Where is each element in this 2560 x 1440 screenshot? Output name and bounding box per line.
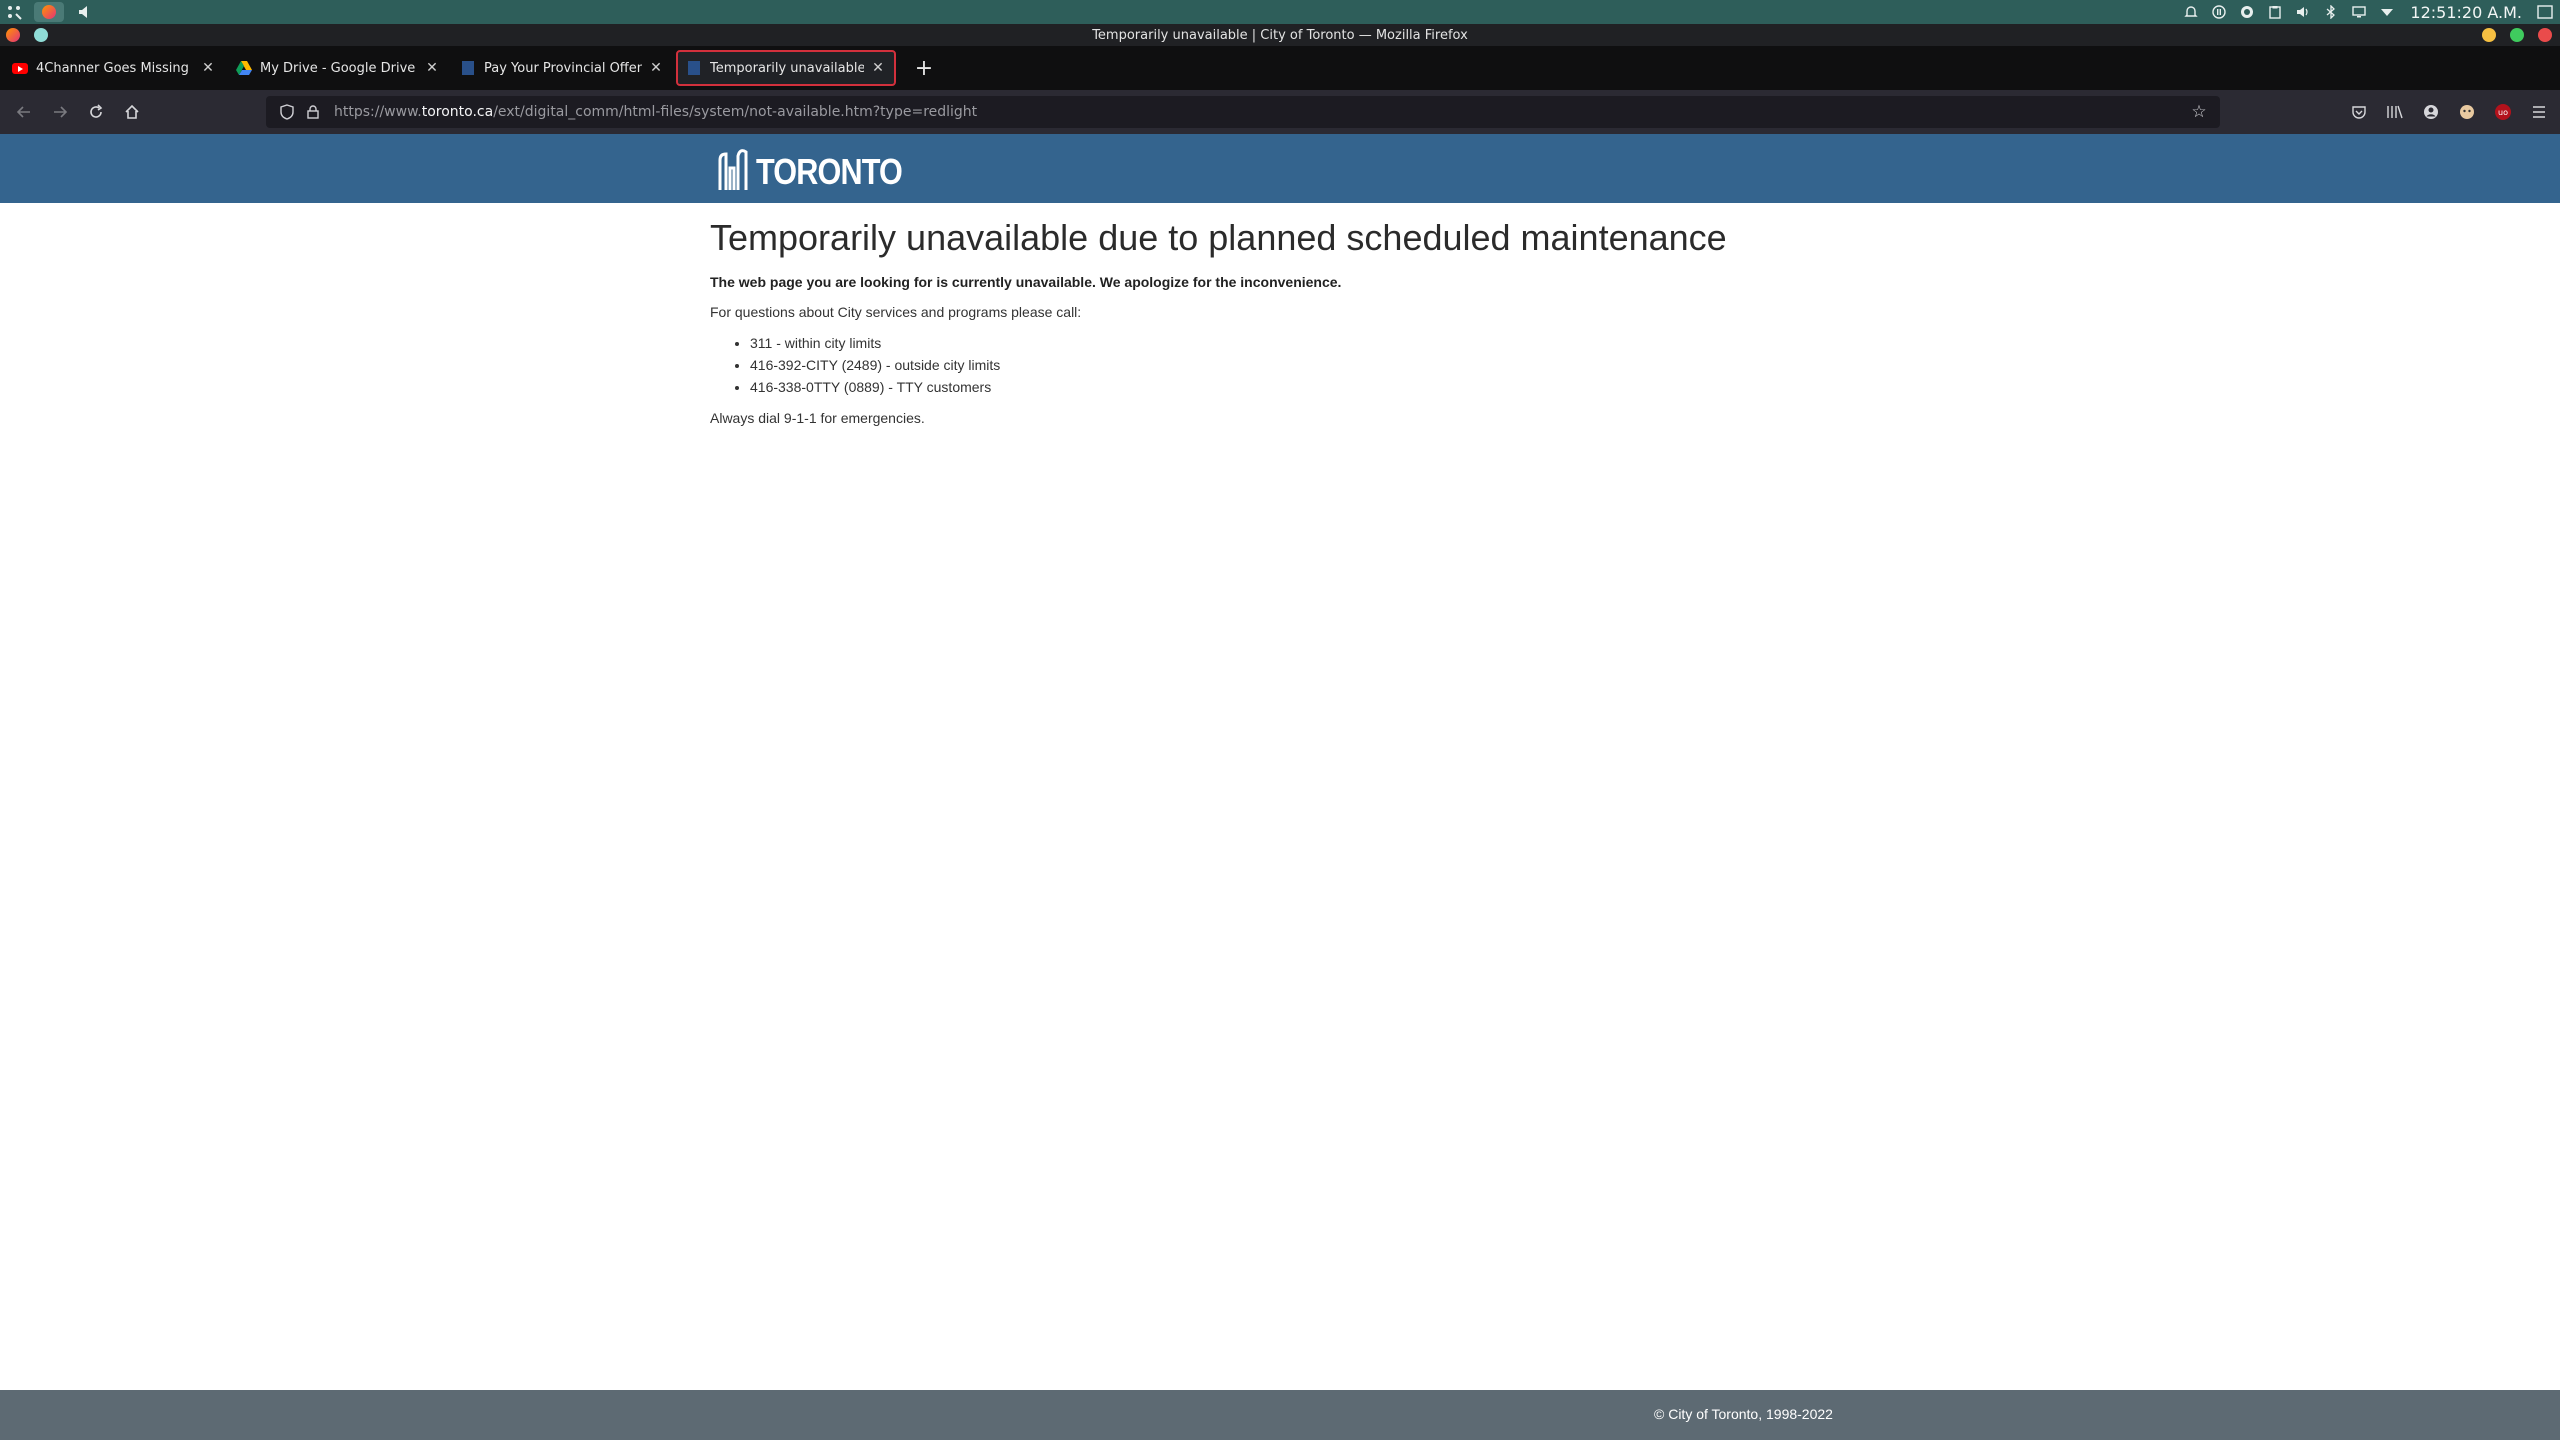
tab-pay-provincial-offence[interactable]: Pay Your Provincial Offence ✕ <box>452 50 672 86</box>
home-button[interactable] <box>114 94 150 130</box>
toronto-icon <box>686 60 702 76</box>
tab-youtube[interactable]: 4Channer Goes Missing in 2 ✕ <box>4 50 224 86</box>
maximize-button[interactable] <box>2510 28 2524 42</box>
pocket-icon[interactable] <box>2346 94 2372 130</box>
show-desktop-icon[interactable] <box>2536 3 2554 21</box>
pause-icon[interactable] <box>2210 3 2228 21</box>
tab-label: Pay Your Provincial Offence <box>484 60 642 76</box>
tab-strip: 4Channer Goes Missing in 2 ✕ My Drive - … <box>0 46 2560 90</box>
url-text[interactable]: https://www.toronto.ca/ext/digital_comm/… <box>334 104 977 120</box>
url-domain: toronto.ca <box>421 104 494 120</box>
toronto-logo[interactable]: Toronto <box>716 142 928 190</box>
speaker-taskbar-icon[interactable] <box>74 2 94 22</box>
tab-temporarily-unavailable[interactable]: Temporarily unavailable | Ci ✕ <box>676 50 896 86</box>
logo-wordmark: Toronto <box>756 151 903 192</box>
main-content: Temporarily unavailable due to planned s… <box>710 216 1910 438</box>
close-tab-icon[interactable]: ✕ <box>648 60 664 76</box>
system-clock[interactable]: 12:51:20 A.M. <box>2406 3 2526 22</box>
lock-icon[interactable] <box>302 101 324 123</box>
questions-paragraph: For questions about City services and pr… <box>710 304 1082 320</box>
site-footer: © City of Toronto, 1998-2022 <box>0 1390 2560 1440</box>
new-tab-button[interactable]: + <box>908 52 940 84</box>
tab-google-drive[interactable]: My Drive - Google Drive ✕ <box>228 50 448 86</box>
site-header: Toronto <box>0 134 2560 203</box>
lead-paragraph: The web page you are looking for is curr… <box>710 274 1342 290</box>
firefox-window-icon <box>6 28 20 42</box>
emergency-paragraph: Always dial 9-1-1 for emergencies. <box>710 410 925 426</box>
account-icon[interactable] <box>2418 94 2444 130</box>
extension-face-icon[interactable] <box>2454 94 2480 130</box>
copyright-text: © City of Toronto, 1998-2022 <box>1654 1406 1833 1422</box>
back-button[interactable] <box>6 94 42 130</box>
tab-label: My Drive - Google Drive <box>260 60 416 76</box>
close-tab-icon[interactable]: ✕ <box>870 60 886 76</box>
notification-bell-icon[interactable] <box>2182 3 2200 21</box>
window-indicator-icon <box>34 28 48 42</box>
reload-button[interactable] <box>78 94 114 130</box>
tracking-shield-icon[interactable] <box>276 101 298 123</box>
list-item: 416-392-CITY (2489) - outside city limit… <box>750 354 1910 376</box>
hamburger-menu-icon[interactable] <box>2526 94 2552 130</box>
record-icon[interactable] <box>2238 3 2256 21</box>
tab-label: 4Channer Goes Missing in 2 <box>36 60 194 76</box>
tab-label: Temporarily unavailable | Ci <box>710 60 864 76</box>
minimize-button[interactable] <box>2482 28 2496 42</box>
list-item: 416-338-0TTY (0889) - TTY customers <box>750 376 1910 398</box>
window-controls <box>2482 28 2552 42</box>
web-page: Toronto Temporarily unavailable due to p… <box>0 134 2560 1440</box>
page-title: Temporarily unavailable due to planned s… <box>710 217 1727 258</box>
firefox-taskbar-icon[interactable] <box>34 2 64 22</box>
library-icon[interactable] <box>2382 94 2408 130</box>
toolbar-extensions: uo <box>2346 94 2552 130</box>
clipboard-icon[interactable] <box>2266 3 2284 21</box>
toronto-icon <box>460 60 476 76</box>
os-top-panel: 12:51:20 A.M. <box>0 0 2560 24</box>
os-panel-tray: 12:51:20 A.M. <box>2182 0 2560 24</box>
window-titlebar: Temporarily unavailable | City of Toront… <box>0 24 2560 46</box>
url-bar[interactable]: https://www.toronto.ca/ext/digital_comm/… <box>266 96 2220 128</box>
bookmark-star-icon[interactable]: ☆ <box>2188 101 2210 123</box>
city-hall-logo-icon <box>716 146 750 190</box>
forward-button[interactable] <box>42 94 78 130</box>
wifi-dropdown-icon[interactable] <box>2378 3 2396 21</box>
close-tab-icon[interactable]: ✕ <box>424 60 440 76</box>
navigation-toolbar: https://www.toronto.ca/ext/digital_comm/… <box>0 90 2560 134</box>
window-title: Temporarily unavailable | City of Toront… <box>1092 27 1468 43</box>
ublock-icon[interactable]: uo <box>2490 94 2516 130</box>
youtube-icon <box>12 60 28 76</box>
phone-list: 311 - within city limits 416-392-CITY (2… <box>750 332 1910 398</box>
list-item: 311 - within city limits <box>750 332 1910 354</box>
volume-icon[interactable] <box>2294 3 2312 21</box>
close-window-button[interactable] <box>2538 28 2552 42</box>
close-tab-icon[interactable]: ✕ <box>200 60 216 76</box>
url-prefix: https://www. <box>334 104 422 120</box>
os-panel-left <box>0 0 94 24</box>
app-menu-icon[interactable] <box>4 2 24 22</box>
bluetooth-icon[interactable] <box>2322 3 2340 21</box>
url-path: /ext/digital_comm/html-files/system/not-… <box>493 104 978 120</box>
display-icon[interactable] <box>2350 3 2368 21</box>
google-drive-icon <box>236 60 252 76</box>
